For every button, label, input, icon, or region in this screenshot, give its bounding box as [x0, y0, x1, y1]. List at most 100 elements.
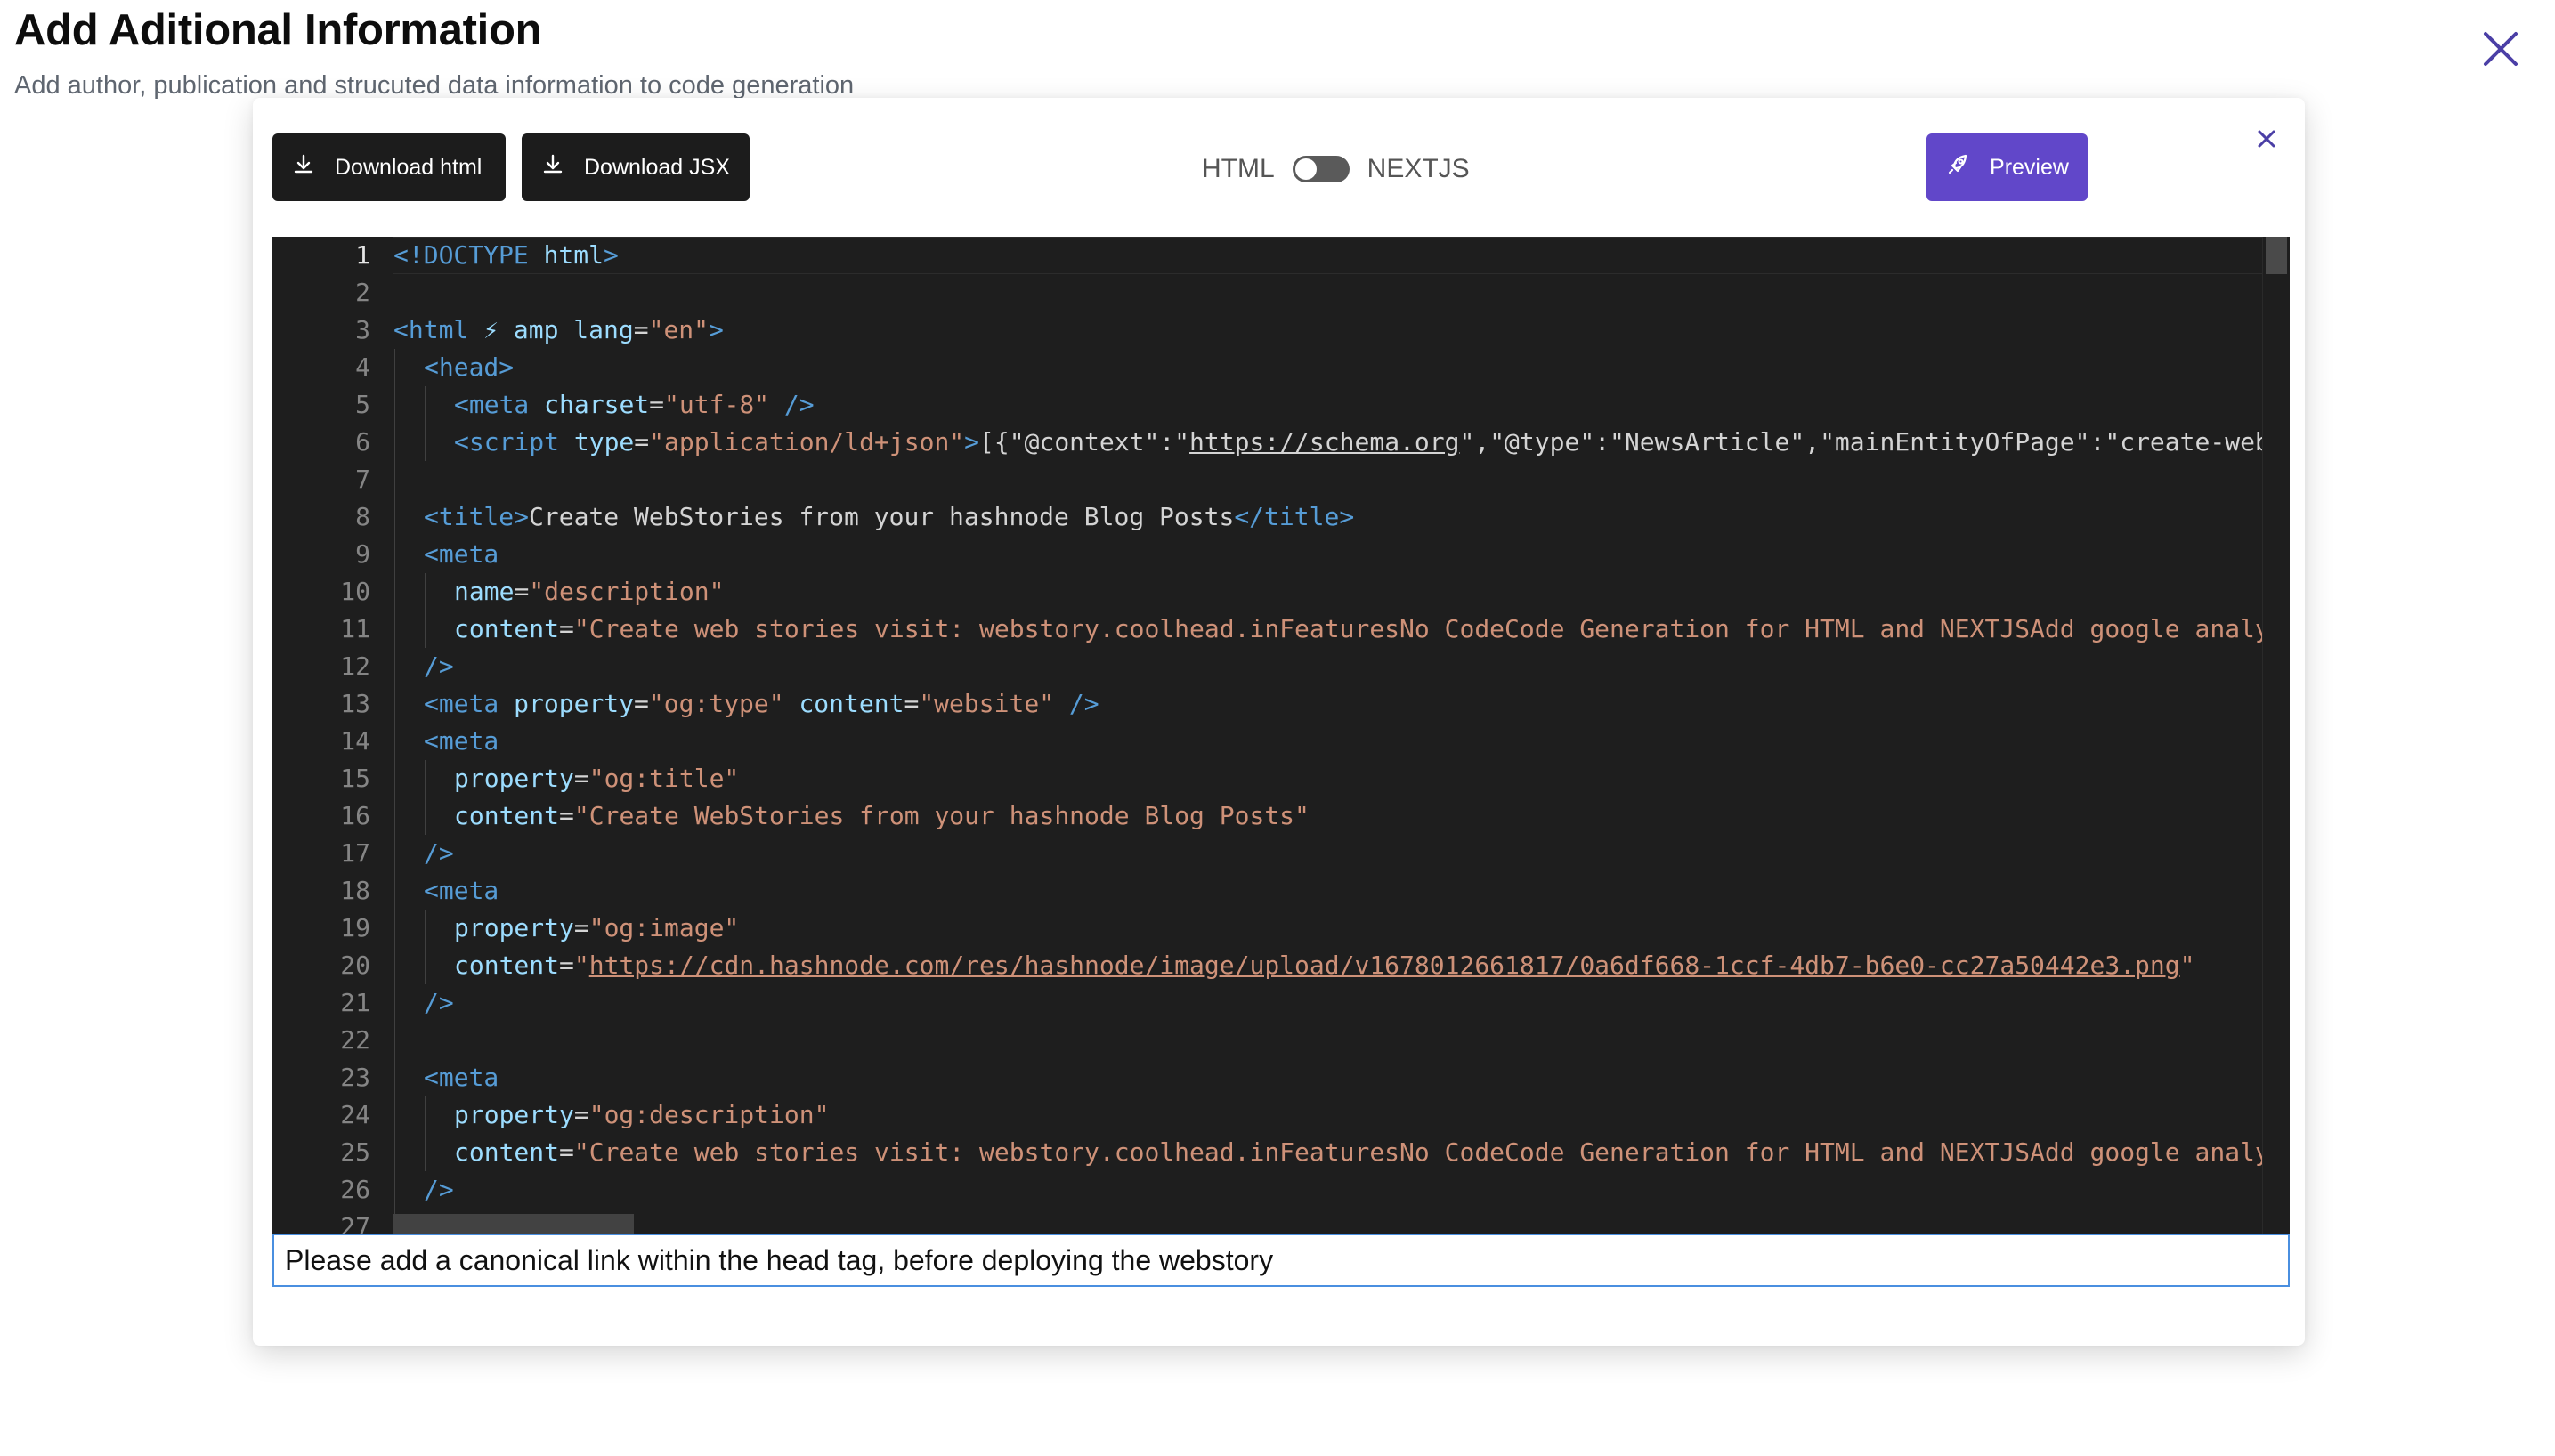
code-token: =: [649, 390, 665, 419]
code-token: "website": [919, 689, 1055, 718]
code-token: content: [454, 801, 560, 830]
code-token: content: [454, 1137, 560, 1167]
indent-guide: [425, 573, 426, 648]
vertical-scrollbar[interactable]: [2262, 237, 2290, 1234]
code-token: =: [904, 689, 920, 718]
code-token: />: [1054, 689, 1099, 718]
code-token: =: [559, 1137, 574, 1167]
code-token: ","@type":"NewsArticle","mainEntityOfPag…: [1459, 427, 2263, 457]
close-icon[interactable]: [2480, 28, 2521, 69]
indent-guide: [425, 910, 426, 984]
code-line: <meta: [424, 1059, 499, 1096]
line-number: 17: [340, 838, 370, 868]
code-token: >: [709, 315, 724, 344]
code-token: <meta: [454, 390, 545, 419]
format-toggle-switch[interactable]: [1292, 156, 1350, 182]
code-token: html: [543, 240, 604, 270]
code-token: />: [424, 988, 454, 1017]
line-number: 9: [355, 539, 370, 569]
horizontal-scrollbar-thumb[interactable]: [393, 1214, 634, 1234]
line-number: 12: [340, 651, 370, 681]
code-token: <title>: [424, 502, 530, 531]
code-token: =: [634, 427, 650, 457]
download-jsx-button[interactable]: Download JSX: [522, 133, 750, 201]
code-token: <meta: [424, 726, 499, 756]
code-token: =: [633, 315, 649, 344]
code-line: />: [424, 835, 454, 872]
code-token: "utf-8": [664, 390, 770, 419]
code-line: <title>Create WebStories from your hashn…: [424, 498, 1354, 536]
code-token: />: [769, 390, 815, 419]
code-token: =: [559, 950, 574, 980]
code-token[interactable]: https://cdn.hashnode.com/res/hashnode/im…: [589, 950, 2180, 980]
active-line-highlight: [393, 237, 2263, 274]
code-line: property="og:image": [454, 910, 739, 947]
code-token: "Create WebStories from your hashnode Bl…: [573, 801, 1310, 830]
code-token: property: [454, 1100, 574, 1129]
code-token: name: [454, 577, 515, 606]
code-token: "Create web stories visit: webstory.cool…: [573, 1137, 2263, 1167]
code-token: <meta: [424, 876, 499, 905]
code-token: property: [454, 913, 574, 942]
line-number: 15: [340, 764, 370, 793]
line-number: 4: [355, 352, 370, 382]
close-icon[interactable]: [2254, 126, 2279, 151]
line-number: 5: [355, 390, 370, 419]
line-number: 18: [340, 876, 370, 905]
download-html-button[interactable]: Download html: [272, 133, 506, 201]
line-number-gutter: 1 2 3 4 5 6 7 8 9 10 11 12 13 14 15 16 17 18 19 20 21 22 23 24 2…: [272, 237, 370, 1234]
code-line: content="Create web stories visit: webst…: [454, 611, 2263, 648]
line-number: 22: [340, 1025, 370, 1055]
code-line: <script type="application/ld+json">[{"@c…: [454, 424, 2263, 461]
line-number: 10: [340, 577, 370, 606]
code-token: "og:image": [588, 913, 740, 942]
code-token: "og:title": [588, 764, 740, 793]
canonical-note-input[interactable]: [272, 1234, 2290, 1287]
code-line: <meta: [424, 723, 499, 760]
code-token: property: [514, 689, 635, 718]
code-token[interactable]: https://schema.org: [1189, 427, 1459, 457]
code-token: "Create web stories visit: webstory.cool…: [573, 614, 2263, 643]
code-token: "og:description": [588, 1100, 830, 1129]
code-line: <!DOCTYPE html>: [393, 237, 619, 274]
line-number: 23: [340, 1063, 370, 1092]
line-number: 3: [355, 315, 370, 344]
code-line: content="Create WebStories from your has…: [454, 797, 1310, 835]
code-token: <html: [393, 315, 484, 344]
indent-guide: [425, 760, 426, 835]
code-token: ": [573, 950, 589, 980]
code-token: />: [424, 1175, 454, 1204]
toggle-label-nextjs: NEXTJS: [1367, 154, 1470, 183]
code-line: <meta property="og:type" content="websit…: [424, 685, 1099, 723]
rocket-icon: [1945, 151, 1972, 184]
line-number: 20: [340, 950, 370, 980]
indent-guide: [425, 1096, 426, 1171]
code-line: <html ⚡ amp lang="en">: [393, 311, 724, 349]
code-editor[interactable]: 1 2 3 4 5 6 7 8 9 10 11 12 13 14 15 16 17 18 19 20 21 22 23 24 2…: [272, 237, 2290, 1234]
code-token: =: [559, 614, 574, 643]
code-token: type: [573, 427, 635, 457]
line-number: 2: [355, 278, 370, 307]
code-content[interactable]: <!DOCTYPE html> <html ⚡ amp lang="en"> <he…: [393, 237, 2263, 1234]
vertical-scrollbar-thumb[interactable]: [2266, 237, 2287, 274]
code-token: charset: [544, 390, 650, 419]
toggle-label-html: HTML: [1202, 154, 1275, 183]
line-number: 24: [340, 1100, 370, 1129]
code-token: <meta: [424, 689, 515, 718]
preview-label: Preview: [1990, 154, 2069, 180]
code-line: property="og:description": [454, 1096, 829, 1134]
code-token: =: [573, 913, 589, 942]
code-token: <meta: [424, 1063, 499, 1092]
code-token: "en": [648, 315, 710, 344]
line-number: 21: [340, 988, 370, 1017]
code-token: content: [454, 614, 560, 643]
code-token: <!DOCTYPE: [393, 240, 544, 270]
code-token: ": [2179, 950, 2195, 980]
code-token: >: [604, 240, 619, 270]
code-token: />: [424, 838, 454, 868]
preview-button[interactable]: Preview: [1926, 133, 2088, 201]
format-toggle-group: HTML NEXTJS: [1202, 150, 1470, 189]
code-line: name="description": [454, 573, 724, 611]
code-token: =: [634, 689, 649, 718]
